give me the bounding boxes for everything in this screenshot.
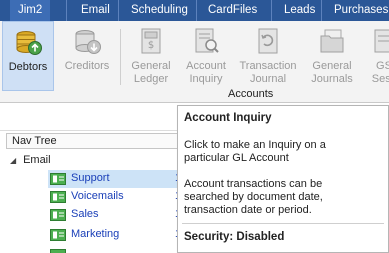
ribbon-separator	[120, 29, 121, 85]
toolstrip	[0, 103, 180, 131]
tree-item-label: Voicemails	[71, 190, 124, 202]
transaction-journal-button[interactable]: Transaction Journal	[236, 21, 300, 91]
debtors-label: Debtors	[8, 61, 48, 73]
tree-item-sales[interactable]: Sales 1	[48, 206, 188, 224]
svg-text:$: $	[148, 40, 154, 51]
tooltip-text-line: searched by document date,	[184, 191, 323, 203]
tooltip-text-line: Account transactions can be	[184, 178, 323, 190]
account-inquiry-tooltip: Account Inquiry Click to make an Inquiry…	[177, 105, 389, 253]
ribbon: Debtors Creditors $ General Ledger Accou…	[0, 21, 389, 103]
tree-item-label: Support	[71, 172, 110, 184]
tree-node-email-label: Email	[23, 154, 51, 166]
account-inquiry-label: Account Inquiry	[186, 60, 226, 85]
menu-separator	[321, 0, 322, 21]
transaction-journal-label: Transaction Journal	[239, 60, 297, 85]
creditors-label: Creditors	[64, 60, 110, 72]
journal-icon	[258, 28, 278, 54]
account-inquiry-button[interactable]: Account Inquiry	[180, 21, 232, 91]
tree-item-marketing[interactable]: Marketing 1	[48, 226, 188, 244]
menu-separator	[271, 0, 272, 21]
menu-item-email[interactable]: Email	[81, 0, 110, 21]
mailbox-icon	[50, 249, 66, 253]
debtors-button[interactable]: Debtors	[2, 21, 54, 91]
menu-item-purchases[interactable]: Purchases	[334, 0, 388, 21]
mailbox-icon	[50, 191, 66, 203]
tree-item-partial[interactable]	[48, 246, 188, 253]
top-menu-bar: Jim2 Email Scheduling CardFiles Leads Pu…	[0, 0, 389, 21]
tree-item-support[interactable]: Support 1	[48, 170, 188, 188]
general-journals-button[interactable]: General Journals	[304, 21, 360, 91]
tooltip-security-status: Security: Disabled	[184, 231, 285, 243]
tooltip-title: Account Inquiry	[184, 112, 272, 124]
tooltip-text-line: particular GL Account	[184, 152, 289, 164]
gst-session-label: GS Sess	[371, 60, 389, 85]
session-icon	[374, 29, 389, 53]
mailbox-icon	[50, 209, 66, 221]
menu-item-cardfiles[interactable]: CardFiles	[208, 0, 257, 21]
tooltip-text-line: Click to make an Inquiry on a	[184, 139, 326, 151]
mailbox-icon	[50, 173, 66, 185]
menu-separator	[196, 0, 197, 21]
tooltip-text-line: transaction date or period.	[184, 204, 312, 216]
menu-separator	[118, 0, 119, 21]
general-ledger-label: General Ledger	[131, 60, 171, 85]
accounts-group-label: Accounts	[228, 88, 274, 100]
menu-item-jim2[interactable]: Jim2	[10, 0, 51, 21]
nav-tree-header-label: Nav Tree	[12, 135, 57, 147]
mailbox-icon	[50, 229, 66, 241]
tree-item-label: Sales	[71, 208, 99, 220]
menu-item-leads[interactable]: Leads	[284, 0, 315, 21]
general-ledger-button[interactable]: $ General Ledger	[126, 21, 176, 91]
coins-icon	[16, 31, 42, 55]
collapse-arrow-icon[interactable]: ◢	[10, 156, 20, 165]
tree-item-voicemails[interactable]: Voicemails 1	[48, 188, 188, 206]
tree-node-email[interactable]: ◢ Email	[10, 154, 51, 166]
folder-icon	[320, 29, 344, 53]
nav-tree-header[interactable]: Nav Tree	[6, 133, 186, 149]
ledger-icon: $	[141, 28, 161, 54]
menu-separator	[66, 0, 67, 21]
gst-session-button[interactable]: GS Sess	[364, 21, 389, 91]
creditors-button[interactable]: Creditors	[60, 21, 114, 91]
coins-icon	[75, 30, 101, 54]
menu-item-scheduling[interactable]: Scheduling	[131, 0, 188, 21]
tooltip-separator	[182, 223, 384, 224]
inquiry-icon	[195, 28, 219, 53]
tree-item-label: Marketing	[71, 228, 120, 240]
general-journals-label: General Journals	[311, 60, 353, 85]
